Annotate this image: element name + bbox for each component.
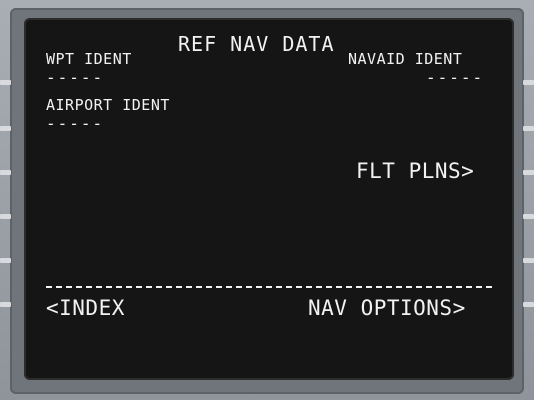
page-title: REF NAV DATA: [178, 32, 335, 56]
nav-options-prompt[interactable]: NAV OPTIONS>: [308, 298, 466, 319]
lsk-5l[interactable]: [0, 258, 11, 263]
lsk-5r[interactable]: [523, 258, 534, 263]
wpt-ident-field[interactable]: -----: [46, 70, 104, 86]
lsk-1l[interactable]: [0, 80, 11, 85]
lsk-4l[interactable]: [0, 214, 11, 219]
lsk-6r[interactable]: [523, 302, 534, 307]
wpt-ident-label: WPT IDENT: [46, 50, 132, 68]
lsk-3l[interactable]: [0, 170, 11, 175]
index-prompt[interactable]: <INDEX: [46, 298, 125, 319]
lsk-2r[interactable]: [523, 126, 534, 131]
lsk-4r[interactable]: [523, 214, 534, 219]
lsk-1r[interactable]: [523, 80, 534, 85]
flt-plns-prompt[interactable]: FLT PLNS>: [356, 161, 474, 182]
cdu-display: REF NAV DATA WPT IDENT NAVAID IDENT ----…: [24, 18, 514, 380]
scratchpad-divider: [46, 286, 492, 288]
navaid-ident-field[interactable]: -----: [426, 70, 484, 86]
lsk-3r[interactable]: [523, 170, 534, 175]
lsk-2l[interactable]: [0, 126, 11, 131]
airport-ident-field[interactable]: -----: [46, 116, 104, 132]
lsk-6l[interactable]: [0, 302, 11, 307]
navaid-ident-label: NAVAID IDENT: [348, 50, 463, 68]
airport-ident-label: AIRPORT IDENT: [46, 96, 170, 114]
